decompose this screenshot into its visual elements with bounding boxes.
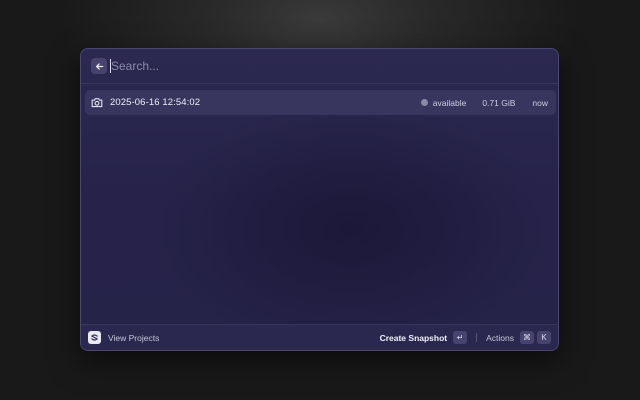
app-logo-icon [88, 331, 101, 344]
view-projects-link[interactable]: View Projects [108, 333, 159, 343]
launcher-window: 2025-06-16 12:54:02 available 0.71 GiB n… [80, 48, 559, 351]
k-key-icon: K [537, 331, 551, 344]
search-bar [81, 49, 558, 84]
status-dot-icon [420, 99, 428, 106]
search-input[interactable] [111, 56, 558, 76]
snapshot-row[interactable]: 2025-06-16 12:54:02 available 0.71 GiB n… [85, 90, 556, 115]
camera-icon [91, 97, 103, 109]
actions-button[interactable]: Actions [486, 333, 514, 343]
enter-key-icon: ↵ [453, 331, 468, 344]
back-button[interactable] [91, 58, 107, 74]
snapshot-status: available [432, 97, 467, 108]
footer-divider [476, 333, 478, 342]
snapshot-list: 2025-06-16 12:54:02 available 0.71 GiB n… [85, 90, 556, 115]
snapshot-size: 0.71 GiB [482, 97, 516, 108]
command-key-icon: ⌘ [520, 331, 534, 344]
arrow-left-icon [95, 62, 103, 70]
create-snapshot-button[interactable]: Create Snapshot [380, 333, 448, 343]
footer-bar: View Projects Create Snapshot ↵ Actions … [81, 324, 558, 350]
snapshot-title: 2025-06-16 12:54:02 [110, 97, 201, 108]
snapshot-time: now [532, 97, 548, 108]
